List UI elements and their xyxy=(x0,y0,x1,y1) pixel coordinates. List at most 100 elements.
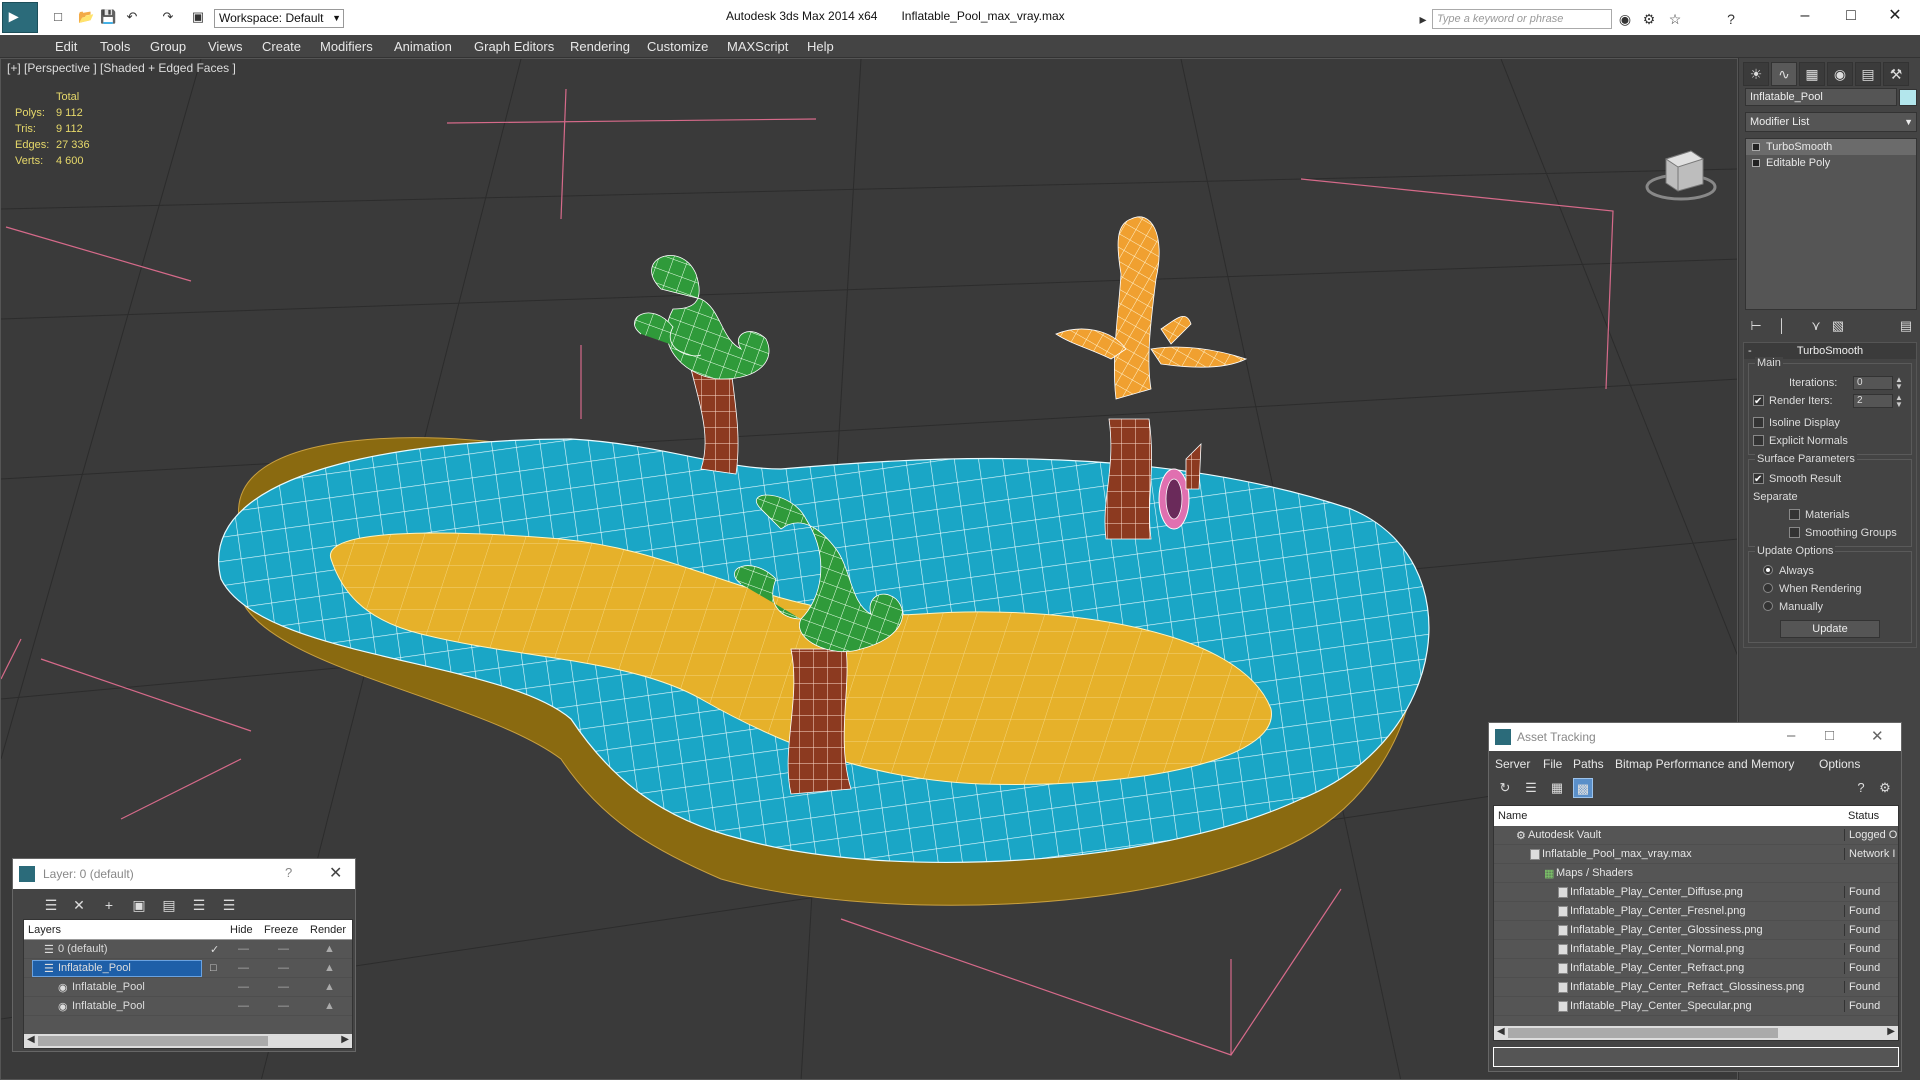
iterations-spinner[interactable]: 0 xyxy=(1853,376,1893,390)
close-icon[interactable]: ✕ xyxy=(1871,727,1884,745)
settings-icon[interactable]: ⚙ xyxy=(1875,778,1895,798)
menu-graph-editors[interactable]: Graph Editors xyxy=(474,39,554,54)
column-freeze[interactable]: Freeze xyxy=(264,924,298,936)
asset-row[interactable]: Inflatable_Pool_max_vray.max Network I xyxy=(1494,845,1898,864)
asset-row[interactable]: Inflatable_Play_Center_Specular.png Found xyxy=(1494,997,1898,1016)
asset-row[interactable]: ▦ Maps / Shaders xyxy=(1494,864,1898,883)
freeze-toggle[interactable]: — xyxy=(278,981,289,993)
scroll-right-icon[interactable]: ▶ xyxy=(341,1034,349,1045)
remove-modifier-icon[interactable]: ▧ xyxy=(1827,316,1849,336)
minimize-icon[interactable]: – xyxy=(1787,727,1795,744)
show-end-result-icon[interactable]: │ xyxy=(1771,316,1793,336)
render-teapot-icon[interactable]: ▲ xyxy=(324,981,335,993)
close-button[interactable]: ✕ xyxy=(1880,5,1910,27)
scroll-left-icon[interactable]: ◀ xyxy=(27,1034,35,1045)
asset-row[interactable]: Inflatable_Play_Center_Normal.png Found xyxy=(1494,940,1898,959)
spinner-arrows-icon[interactable]: ▲ ▼ xyxy=(1895,376,1903,391)
save-icon[interactable]: 💾 xyxy=(100,9,116,25)
scroll-thumb[interactable] xyxy=(1508,1028,1778,1038)
new-file-icon[interactable]: □ xyxy=(50,9,66,25)
freeze-all-icon[interactable]: ☰ xyxy=(219,895,239,915)
column-name[interactable]: Name xyxy=(1498,810,1527,822)
asset-dialog-titlebar[interactable]: Asset Tracking – □ ✕ xyxy=(1489,723,1901,751)
menu-tools[interactable]: Tools xyxy=(100,39,130,54)
highlight-layer-icon[interactable]: ▤ xyxy=(159,895,179,915)
help-button[interactable]: ? xyxy=(285,865,292,880)
layer-dialog-titlebar[interactable]: Layer: 0 (default) ? ✕ xyxy=(13,859,355,889)
pin-stack-icon[interactable]: ⊢ xyxy=(1745,316,1767,336)
object-name-field[interactable]: Inflatable_Pool xyxy=(1745,88,1897,106)
star-icon[interactable]: ☆ xyxy=(1666,10,1684,28)
hide-toggle[interactable]: — xyxy=(238,981,249,993)
maximize-icon[interactable]: □ xyxy=(1825,727,1834,744)
make-unique-icon[interactable]: ⋎ xyxy=(1805,316,1827,336)
close-icon[interactable]: ✕ xyxy=(329,863,342,883)
stack-item-editable-poly[interactable]: Editable Poly xyxy=(1746,155,1916,171)
utilities-tab-icon[interactable]: ⚒ xyxy=(1883,62,1909,86)
current-layer-icon[interactable]: □ xyxy=(210,962,217,974)
redo-icon[interactable]: ↷ xyxy=(160,9,176,25)
modify-tab-icon[interactable]: ∿ xyxy=(1771,62,1797,86)
lightbulb-icon[interactable] xyxy=(1752,143,1760,151)
menu-modifiers[interactable]: Modifiers xyxy=(320,39,373,54)
column-layers[interactable]: Layers xyxy=(28,924,61,936)
modifier-list-dropdown[interactable]: Modifier List ▼ xyxy=(1745,112,1917,132)
horizontal-scrollbar[interactable]: ◀ ▶ xyxy=(1494,1026,1898,1040)
when-rendering-radio[interactable] xyxy=(1763,583,1773,593)
list-view-icon[interactable]: ☰ xyxy=(1521,778,1541,798)
expand-icon[interactable]: ▸ xyxy=(1414,10,1432,28)
menu-maxscript[interactable]: MAXScript xyxy=(727,39,788,54)
freeze-toggle[interactable]: — xyxy=(278,943,289,955)
binoculars-icon[interactable]: ◉ xyxy=(1616,10,1634,28)
scroll-right-icon[interactable]: ▶ xyxy=(1887,1026,1895,1037)
hide-all-icon[interactable]: ☰ xyxy=(189,895,209,915)
layer-row[interactable]: ☰ 0 (default) ✓ — — ▲ xyxy=(24,940,352,959)
render-teapot-icon[interactable]: ▲ xyxy=(324,962,335,974)
asset-row[interactable]: Inflatable_Play_Center_Diffuse.png Found xyxy=(1494,883,1898,902)
viewport-label[interactable]: [+] [Perspective ] [Shaded + Edged Faces… xyxy=(7,61,236,75)
open-file-icon[interactable]: 📂 xyxy=(78,9,94,25)
viewcube[interactable] xyxy=(1645,150,1717,201)
menu-animation[interactable]: Animation xyxy=(394,39,452,54)
menu-create[interactable]: Create xyxy=(262,39,301,54)
asset-row[interactable]: Inflatable_Play_Center_Refract_Glossines… xyxy=(1494,978,1898,997)
render-iters-spinner[interactable]: 2 xyxy=(1853,394,1893,408)
render-iters-checkbox[interactable] xyxy=(1753,393,1764,411)
project-folder-icon[interactable]: ▣ xyxy=(190,9,206,25)
asset-row[interactable]: Inflatable_Play_Center_Refract.png Found xyxy=(1494,959,1898,978)
asset-menu-file[interactable]: File xyxy=(1543,757,1562,771)
asset-menu-paths[interactable]: Paths xyxy=(1573,757,1604,771)
motion-tab-icon[interactable]: ◉ xyxy=(1827,62,1853,86)
create-tab-icon[interactable]: ☀ xyxy=(1743,62,1769,86)
always-radio[interactable] xyxy=(1763,565,1773,575)
workspace-dropdown[interactable]: Workspace: Default ▼ xyxy=(214,9,344,28)
app-menu-button[interactable]: ▸ xyxy=(2,2,38,33)
expand-icon[interactable] xyxy=(1752,159,1760,167)
object-color-swatch[interactable] xyxy=(1899,89,1917,106)
stack-item-turbosmooth[interactable]: TurboSmooth xyxy=(1746,139,1916,155)
hierarchy-tab-icon[interactable]: ▦ xyxy=(1799,62,1825,86)
smooth-result-checkbox[interactable] xyxy=(1753,471,1764,489)
column-render[interactable]: Render xyxy=(310,924,346,936)
menu-help[interactable]: Help xyxy=(807,39,834,54)
asset-menu-bitmap[interactable]: Bitmap Performance and Memory xyxy=(1615,757,1794,771)
hide-toggle[interactable]: — xyxy=(238,943,249,955)
undo-icon[interactable]: ↶ xyxy=(124,9,140,25)
communication-icon[interactable]: ⚙ xyxy=(1640,10,1658,28)
asset-row[interactable]: ⚙ Autodesk Vault Logged O xyxy=(1494,826,1898,845)
help-icon[interactable]: ? xyxy=(1722,10,1740,28)
menu-customize[interactable]: Customize xyxy=(647,39,708,54)
render-teapot-icon[interactable]: ▲ xyxy=(324,1000,335,1012)
freeze-toggle[interactable]: — xyxy=(278,962,289,974)
asset-menu-options[interactable]: Options xyxy=(1819,757,1860,771)
materials-checkbox[interactable] xyxy=(1789,509,1800,520)
select-objects-icon[interactable]: ▣ xyxy=(129,895,149,915)
display-tab-icon[interactable]: ▤ xyxy=(1855,62,1881,86)
menu-group[interactable]: Group xyxy=(150,39,186,54)
table-view-icon[interactable]: ▦ xyxy=(1547,778,1567,798)
manually-radio[interactable] xyxy=(1763,601,1773,611)
explicit-normals-checkbox[interactable] xyxy=(1753,435,1764,446)
column-hide[interactable]: Hide xyxy=(230,924,253,936)
menu-rendering[interactable]: Rendering xyxy=(570,39,630,54)
layer-row[interactable]: ☰ Inflatable_Pool □ — — ▲ xyxy=(24,959,352,978)
